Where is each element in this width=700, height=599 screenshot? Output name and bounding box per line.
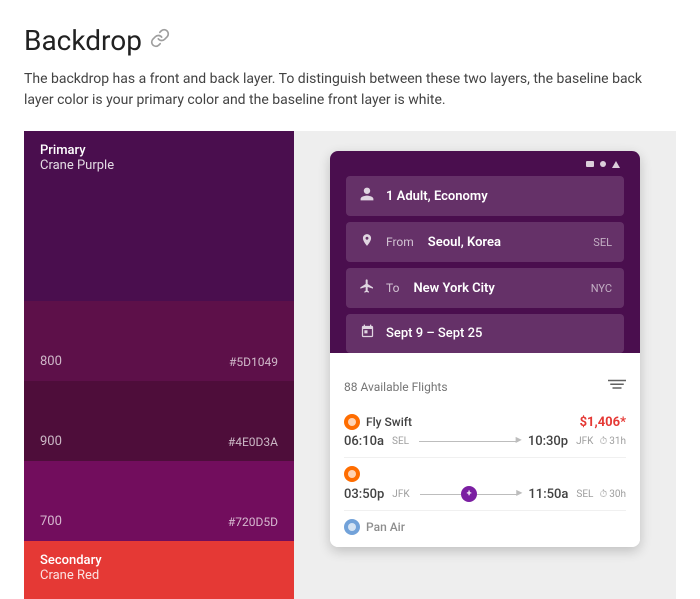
airline-name-row-2 (344, 466, 360, 482)
title-row: Backdrop (24, 24, 676, 57)
link-icon[interactable] (150, 28, 170, 53)
from-field[interactable]: From Seoul, Korea SEL (346, 222, 624, 262)
available-header: 88 Available Flights (344, 377, 626, 396)
traveler-field[interactable]: 1 Adult, Economy (346, 176, 624, 216)
secondary-swatch: Secondary Crane Red (24, 541, 294, 599)
phone-body: 88 Available Flights (330, 365, 640, 547)
times-row-1: 06:10a SEL 10:30p JFK ⏱ 31h (344, 434, 626, 449)
flight-row[interactable]: Fly Swift $1,406* 06:10a SEL 10:30p JFK … (344, 406, 626, 458)
page-title: Backdrop (24, 24, 142, 57)
from-label: From (386, 235, 414, 249)
airline-logo-inner-3 (348, 523, 356, 531)
traveler-value: 1 Adult, Economy (386, 189, 488, 204)
shade-900-label: 900 (40, 434, 62, 449)
flight-row-2[interactable]: 03:50p JFK + ▶ 11:50a SEL (344, 458, 626, 511)
primary-label: Primary (40, 143, 278, 158)
duration-2: ⏱ 30h (599, 489, 626, 500)
filter-icon[interactable] (608, 377, 626, 396)
to-field[interactable]: To New York City NYC (346, 268, 624, 308)
dates-value: Sept 9 – Sept 25 (386, 326, 482, 341)
airline-row-2 (344, 466, 626, 482)
shade-700-hex: #720D5D (228, 515, 278, 529)
to-label: To (386, 281, 399, 295)
arr-time-1: 10:30p (528, 434, 568, 449)
phone-area: 1 Adult, Economy From Seoul, Korea SEL (294, 131, 676, 599)
color-palette: Primary Crane Purple 800 #5D1049 900 #4E… (24, 131, 294, 599)
person-icon (358, 186, 376, 206)
airline-name-1: Fly Swift (366, 415, 412, 429)
dep-time-2: 03:50p (344, 487, 384, 502)
content-area: Primary Crane Purple 800 #5D1049 900 #4E… (24, 131, 676, 599)
airline-logo-inner-1 (348, 418, 356, 426)
primary-swatch: Primary Crane Purple (24, 131, 294, 301)
airline-logo-1 (344, 414, 360, 430)
secondary-label: Secondary (40, 553, 278, 568)
arr-code-1: JFK (576, 436, 593, 447)
phone-header: 1 Adult, Economy From Seoul, Korea SEL (330, 151, 640, 353)
swatch-900: 900 #4E0D3A (24, 381, 294, 461)
shade-800-hex: #5D1049 (229, 355, 278, 369)
dates-field[interactable]: Sept 9 – Sept 25 (346, 314, 624, 353)
phone-status-bar (346, 161, 624, 168)
duration-1: ⏱ 31h (599, 436, 626, 447)
to-code: NYC (591, 282, 612, 295)
swatch-700: 700 #720D5D (24, 461, 294, 541)
battery-icon (612, 161, 620, 168)
arr-code-2: SEL (576, 489, 593, 500)
wifi-icon (600, 161, 606, 167)
flight-arrow-1 (419, 441, 518, 442)
dep-code-2: JFK (392, 489, 409, 500)
to-value: New York City (413, 281, 494, 296)
airline-row-1: Fly Swift $1,406* (344, 414, 626, 430)
location-icon (358, 232, 376, 252)
from-value: Seoul, Korea (428, 235, 501, 250)
flight-row-3-partial: Pan Air (344, 511, 626, 535)
airline-logo-inner-2 (348, 470, 356, 478)
airline-logo-3 (344, 519, 360, 535)
shade-700-label: 700 (40, 514, 62, 529)
calendar-icon (358, 324, 376, 343)
price-1: $1,406* (580, 415, 626, 430)
shade-800-label: 800 (40, 354, 62, 369)
clock-icon-2: ⏱ (599, 489, 607, 500)
stop-badge-2: + (461, 486, 477, 502)
airline-name-3: Pan Air (366, 520, 405, 534)
from-code: SEL (593, 236, 612, 249)
description: The backdrop has a front and back layer.… (24, 69, 664, 111)
swatch-800: 800 #5D1049 (24, 301, 294, 381)
airline-logo-2 (344, 466, 360, 482)
flight-icon (358, 278, 376, 298)
dep-code-1: SEL (392, 436, 409, 447)
page-container: Backdrop The backdrop has a front and ba… (0, 0, 700, 599)
clock-icon-1: ⏱ (599, 436, 607, 447)
secondary-name: Crane Red (40, 568, 278, 583)
times-row-2: 03:50p JFK + ▶ 11:50a SEL (344, 486, 626, 502)
airline-name-row-1: Fly Swift (344, 414, 412, 430)
arr-time-2: 11:50a (528, 487, 568, 502)
phone-mockup: 1 Adult, Economy From Seoul, Korea SEL (330, 151, 640, 547)
available-text: 88 Available Flights (344, 380, 448, 394)
dep-time-1: 06:10a (344, 434, 384, 449)
signal-icon (586, 161, 594, 167)
shade-900-hex: #4E0D3A (228, 435, 278, 449)
primary-name: Crane Purple (40, 158, 278, 173)
